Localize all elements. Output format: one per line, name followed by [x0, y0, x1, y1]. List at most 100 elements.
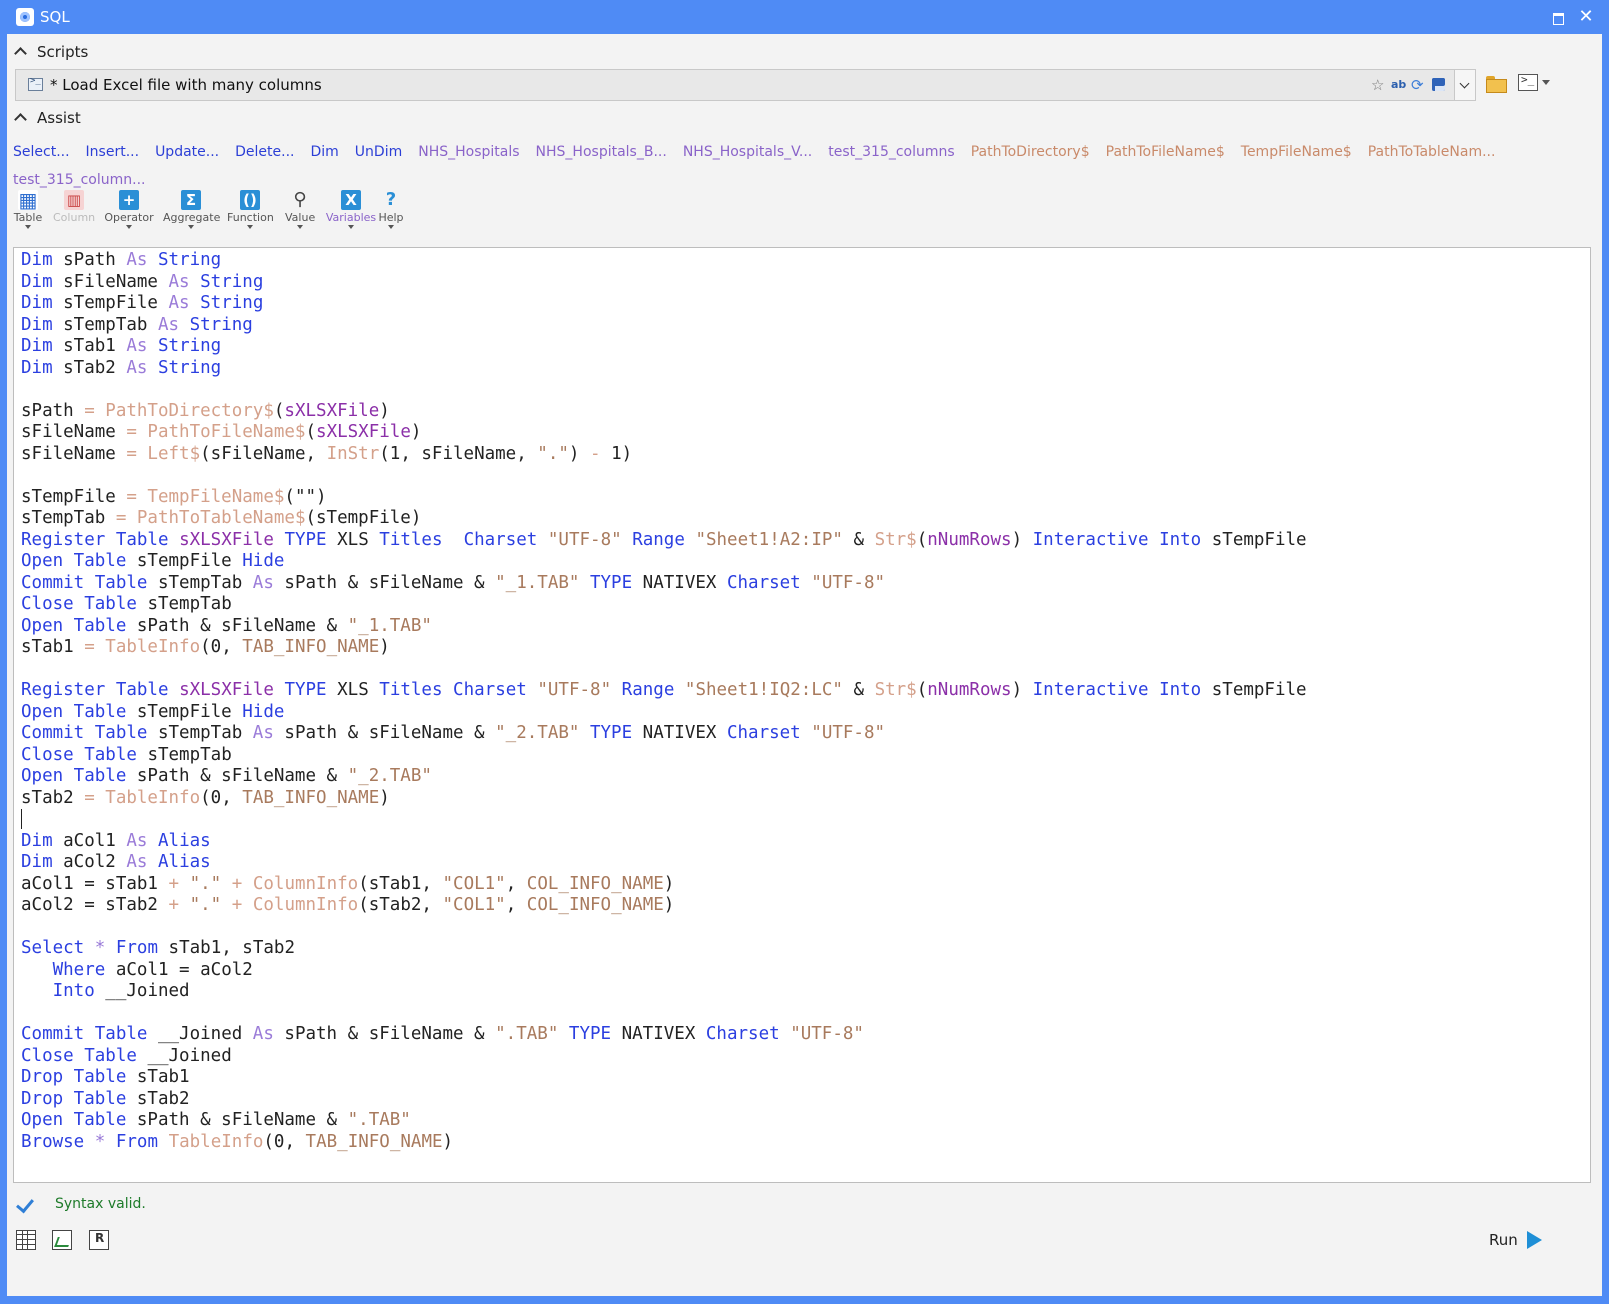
tool-function[interactable]: () Function — [227, 190, 274, 236]
rename-abc-icon[interactable]: ab — [1391, 77, 1407, 93]
assist-link[interactable]: TempFileName$ — [1241, 138, 1352, 166]
script-selector[interactable]: * Load Excel file with many columns ☆ ab… — [15, 69, 1471, 101]
code-token: sTab2 — [126, 1088, 190, 1109]
code-line: aCol1 = sTab1 + "." + ColumnInfo(sTab1, … — [21, 874, 1307, 896]
code-token: Open Table — [21, 615, 127, 636]
code-line: sTab2 = TableInfo(0, TAB_INFO_NAME) — [21, 788, 1307, 810]
assist-link[interactable]: test_315_columns — [828, 138, 954, 166]
code-line: Close Table __Joined — [21, 1046, 1307, 1068]
code-token: COL_INFO_NAME — [526, 895, 664, 915]
tool-table[interactable]: ▦ Table — [13, 190, 43, 236]
code-token: = PathToTableName$ — [115, 508, 306, 528]
table-icon: ▦ — [18, 188, 38, 212]
chart-view-icon[interactable] — [52, 1230, 72, 1250]
tool-operator[interactable]: + Operator — [103, 190, 155, 236]
assist-link[interactable]: Delete... — [235, 138, 294, 166]
code-token: sXLSXFile — [179, 529, 274, 550]
refresh-icon[interactable]: ⟳ — [1411, 77, 1427, 93]
assist-link[interactable]: NHS_Hospitals_B... — [536, 138, 667, 166]
script-dropdown-button[interactable] — [1454, 69, 1476, 101]
tool-label: Operator — [104, 211, 154, 224]
assist-link[interactable]: PathToDirectory$ — [971, 138, 1090, 166]
code-token: As — [252, 572, 274, 593]
open-folder-icon[interactable] — [1485, 74, 1507, 93]
tool-aggregate[interactable]: Σ Aggregate — [163, 190, 220, 236]
code-token: Interactive Into — [1032, 529, 1202, 550]
code-token: sTempFile — [52, 293, 169, 313]
code-token: TYPE — [589, 572, 633, 593]
close-button[interactable]: ✕ — [1575, 6, 1597, 28]
chevron-up-icon[interactable] — [13, 43, 29, 59]
maximize-button[interactable] — [1547, 6, 1569, 28]
code-token: aCol2 = sTab2 — [21, 895, 169, 915]
code-line: sPath = PathToDirectory$(sXLSXFile) — [21, 401, 1307, 423]
status-message: Syntax valid. — [55, 1196, 146, 1212]
code-editor[interactable]: Dim sPath As String Dim sFileName As Stri… — [13, 247, 1591, 1183]
code-token: "_1.TAB" — [347, 615, 432, 636]
assist-link[interactable]: PathToFileName$ — [1106, 138, 1225, 166]
code-token: Titles — [379, 680, 443, 700]
code-token: sPath & sFileName & — [273, 572, 496, 593]
assist-link[interactable]: PathToTableNam... — [1368, 138, 1496, 166]
code-token: "COL1" — [442, 873, 506, 894]
code-token: "UTF-8" — [547, 529, 622, 550]
tool-help[interactable]: ? Help — [377, 190, 405, 236]
favorite-star-icon[interactable]: ☆ — [1371, 77, 1387, 93]
scripts-section-header[interactable]: Scripts — [7, 39, 1602, 65]
assist-link[interactable]: Insert... — [86, 138, 140, 166]
code-line: Commit Table sTempTab As sPath & sFileNa… — [21, 723, 1307, 745]
assist-link[interactable]: Select... — [13, 138, 70, 166]
assist-link[interactable]: Dim — [310, 138, 338, 166]
code-token: "_2.TAB" — [495, 723, 580, 743]
code-token: sPath & sFileName & — [126, 766, 348, 786]
assist-link[interactable]: NHS_Hospitals — [418, 138, 519, 166]
report-view-icon[interactable] — [89, 1230, 109, 1250]
code-token: "." — [189, 895, 222, 915]
code-token: = PathToFileName$ — [126, 422, 306, 442]
variables-icon: X — [341, 190, 361, 210]
run-button[interactable]: Run — [1485, 1227, 1565, 1253]
chevron-up-icon[interactable] — [13, 109, 29, 125]
code-token: "_2.TAB" — [347, 766, 432, 786]
code-token: sPath & sFileName & — [126, 1110, 348, 1130]
tool-variables[interactable]: X Variables — [325, 190, 377, 236]
tool-value[interactable]: ⚲ Value — [285, 190, 315, 236]
console-icon[interactable] — [1518, 73, 1538, 91]
code-token: Open Table — [21, 551, 127, 571]
assist-section-header[interactable]: Assist — [7, 105, 1602, 131]
code-token: Interactive Into — [1032, 680, 1202, 700]
assist-link[interactable]: NHS_Hospitals_V... — [683, 138, 812, 166]
tool-column[interactable]: ▥ Column — [53, 190, 95, 236]
code-line: Close Table sTempTab — [21, 745, 1307, 767]
code-line: Dim sPath As String — [21, 250, 1307, 272]
console-dropdown-icon[interactable] — [1542, 80, 1550, 85]
code-line: Open Table sPath & sFileName & "_2.TAB" — [21, 766, 1307, 788]
code-token: Charset — [705, 1024, 780, 1044]
grid-view-icon[interactable] — [16, 1230, 36, 1250]
code-token: Dim — [21, 250, 53, 270]
assist-link[interactable]: Update... — [155, 138, 219, 166]
code-line: Where aCol1 = aCol2 — [21, 960, 1307, 982]
code-text[interactable]: Dim sPath As String Dim sFileName As Stri… — [21, 250, 1307, 1153]
code-token: Commit Table — [21, 1024, 148, 1044]
code-token: Close Table — [21, 594, 137, 614]
code-token: , — [505, 895, 527, 915]
code-token: Str$ — [874, 529, 917, 550]
assist-link[interactable]: UnDim — [355, 138, 402, 166]
code-token: String — [158, 250, 222, 270]
code-token: NATIVEX — [632, 723, 727, 743]
save-icon[interactable] — [1431, 77, 1447, 93]
code-token: sPath — [21, 400, 85, 421]
code-token: TAB_INFO_NAME — [242, 787, 380, 808]
magnifier-icon: ⚲ — [293, 189, 307, 210]
